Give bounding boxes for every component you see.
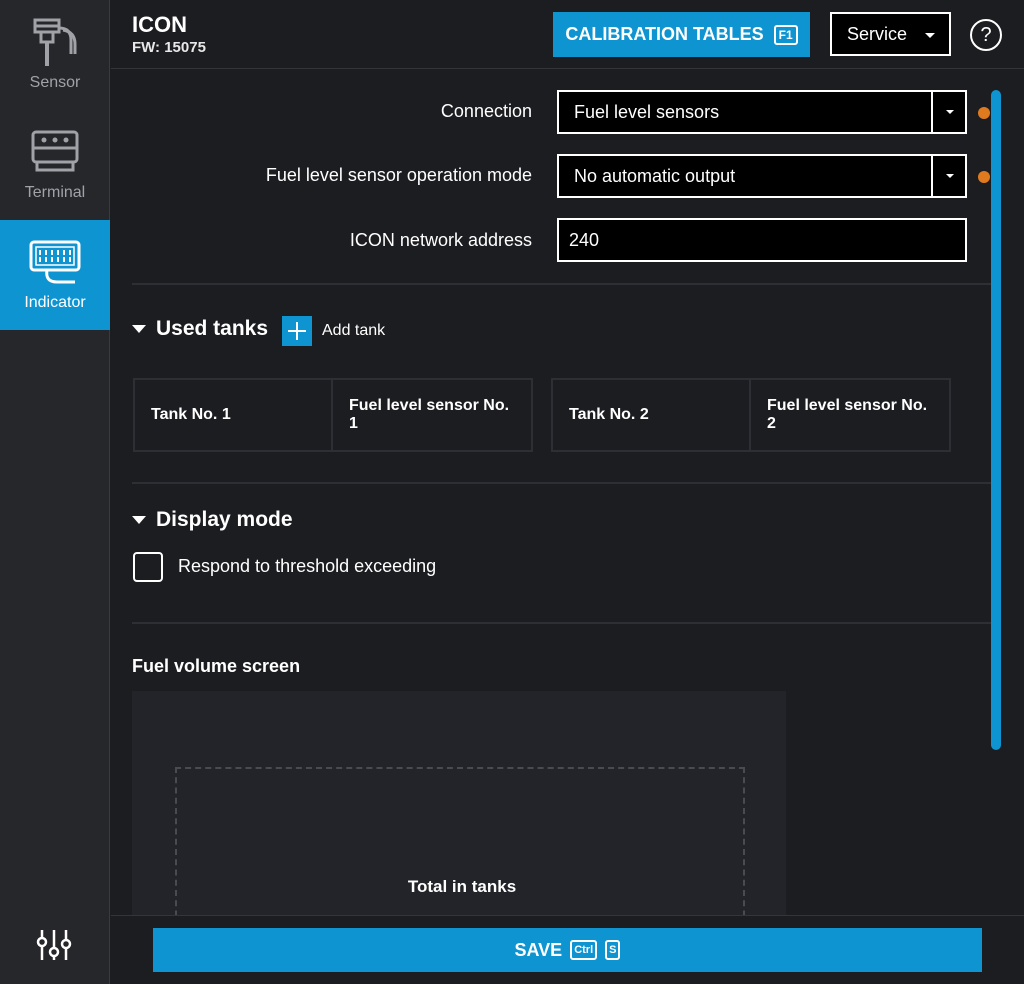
main-content: Connection Fuel level sensors Fuel level… xyxy=(111,70,1024,915)
tank-group-1: Tank No. 1 Fuel level sensor No. 1 xyxy=(133,378,533,452)
tank-group-2: Tank No. 2 Fuel level sensor No. 2 xyxy=(551,378,951,452)
mode-label: Fuel level sensor operation mode xyxy=(265,165,532,185)
collapse-triangle-icon xyxy=(132,516,146,524)
sliders-icon[interactable] xyxy=(36,928,72,962)
modified-indicator-dot xyxy=(978,171,990,183)
divider xyxy=(132,482,992,484)
firmware-version: FW: 15075 xyxy=(132,39,206,56)
add-tank-button[interactable]: Add tank xyxy=(282,316,385,346)
calibration-tables-button[interactable]: CALIBRATION TABLES F1 xyxy=(553,12,810,57)
sidebar-item-label: Sensor xyxy=(29,74,81,91)
chevron-down-icon xyxy=(946,110,954,114)
used-tanks-header[interactable]: Used tanks xyxy=(132,317,268,341)
sensor-select[interactable]: Fuel level sensor No. 2 xyxy=(751,380,949,450)
chevron-down-icon xyxy=(925,33,935,38)
add-tank-label: Add tank xyxy=(322,322,386,339)
shortcut-key-s: S xyxy=(605,940,621,960)
shortcut-key-ctrl: Ctrl xyxy=(570,940,598,960)
connection-select[interactable]: Fuel level sensors xyxy=(557,90,967,134)
network-address-input[interactable]: 240 xyxy=(557,218,967,262)
modified-indicator-dot xyxy=(978,107,990,119)
tank-select[interactable]: Tank No. 1 xyxy=(135,380,333,450)
fuel-volume-screen-preview: Total in tanks xyxy=(132,691,786,915)
display-mode-title: Display mode xyxy=(156,508,293,531)
threshold-checkbox[interactable] xyxy=(133,552,163,582)
terminal-icon xyxy=(31,130,79,172)
device-name: ICON xyxy=(132,12,187,37)
service-select[interactable]: Service xyxy=(830,12,951,56)
connection-value: Fuel level sensors xyxy=(574,101,720,122)
plus-icon xyxy=(282,316,312,346)
address-label: ICON network address xyxy=(349,230,532,250)
fuel-volume-screen-title: Fuel volume screen xyxy=(132,656,301,676)
collapse-triangle-icon xyxy=(132,325,146,333)
service-select-label: Service xyxy=(847,23,908,44)
used-tanks-title: Used tanks xyxy=(156,317,269,340)
save-button[interactable]: SAVE Ctrl S xyxy=(153,928,982,972)
connection-label: Connection xyxy=(440,101,532,121)
threshold-label: Respond to threshold exceeding xyxy=(178,556,437,576)
screen-frame: Total in tanks xyxy=(175,767,745,915)
calibration-tables-label: CALIBRATION TABLES xyxy=(565,24,764,44)
divider xyxy=(132,283,992,285)
sidebar-item-sensor[interactable]: Sensor xyxy=(0,0,110,110)
sidebar: Sensor Terminal Indicator xyxy=(0,0,110,984)
shortcut-key-f1: F1 xyxy=(773,24,798,45)
display-mode-header[interactable]: Display mode xyxy=(132,508,293,532)
indicator-icon xyxy=(29,240,81,284)
total-in-tanks-caption: Total in tanks xyxy=(407,877,517,896)
tank-select[interactable]: Tank No. 2 xyxy=(553,380,751,450)
sensor-icon xyxy=(33,18,77,66)
help-icon[interactable]: ? xyxy=(970,19,1002,51)
sidebar-item-label: Terminal xyxy=(24,184,86,201)
scrollbar[interactable] xyxy=(991,90,1001,750)
select-separator xyxy=(931,156,933,196)
divider xyxy=(132,622,992,624)
footer: SAVE Ctrl S xyxy=(111,915,1024,984)
sidebar-item-label: Indicator xyxy=(24,294,86,311)
save-label: SAVE xyxy=(514,939,563,960)
sensor-select[interactable]: Fuel level sensor No. 1 xyxy=(333,380,531,450)
sidebar-item-terminal[interactable]: Terminal xyxy=(0,110,110,220)
operation-mode-select[interactable]: No automatic output xyxy=(557,154,967,198)
operation-mode-value: No automatic output xyxy=(574,165,736,186)
sidebar-item-indicator[interactable]: Indicator xyxy=(0,220,110,330)
header: ICON FW: 15075 CALIBRATION TABLES F1 Ser… xyxy=(111,0,1024,69)
chevron-down-icon xyxy=(946,174,954,178)
select-separator xyxy=(931,92,933,132)
